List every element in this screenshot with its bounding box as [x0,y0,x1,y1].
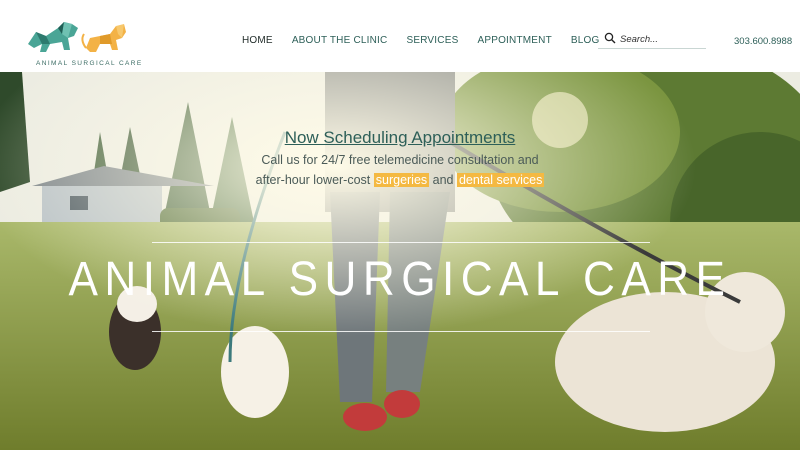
search-input[interactable]: Search... [598,30,706,49]
phone-number[interactable]: 303.600.8988 [734,36,792,47]
hero-divider-top [152,242,650,243]
brand-name: ANIMAL SURGICAL CARE [36,60,143,67]
dog-cat-logo-icon [28,22,126,52]
nav-item-blog[interactable]: BLOG [571,35,600,46]
main-nav: HOME ABOUT THE CLINIC SERVICES APPOINTME… [242,35,618,46]
scheduling-link[interactable]: Now Scheduling Appointments [285,128,516,148]
hero-heading-wrap: Now Scheduling Appointments [0,128,800,148]
clinic-logo[interactable]: ANIMAL SURGICAL CARE [24,14,141,70]
hero-banner: Now Scheduling Appointments Call us for … [0,72,800,450]
hero-line-2-text-a: after-hour lower-cost [255,173,374,187]
nav-item-home[interactable]: HOME [242,35,273,46]
nav-item-appointment[interactable]: APPOINTMENT [477,35,551,46]
search-placeholder: Search... [620,34,659,45]
nav-item-services[interactable]: SERVICES [406,35,458,46]
surgeries-link[interactable]: surgeries [373,173,430,187]
search-icon[interactable] [604,32,616,44]
nav-item-about-the-clinic[interactable]: ABOUT THE CLINIC [292,35,388,46]
hero-line-2: after-hour lower-cost surgeries and dent… [0,173,800,187]
hero-divider-bottom [152,331,650,332]
site-header: ANIMAL SURGICAL CARE HOME ABOUT THE CLIN… [0,0,800,72]
hero-line-2-text-b: and [429,173,457,187]
hero-big-title: ANIMAL SURGICAL CARE [68,253,732,306]
dental-services-link[interactable]: dental services [456,173,545,187]
hero-line-1: Call us for 24/7 free telemedicine consu… [261,153,539,167]
